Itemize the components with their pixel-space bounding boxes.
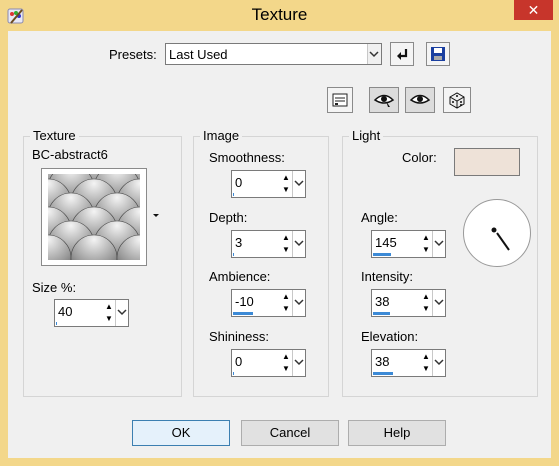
size-level-bar [56,322,57,325]
options-button[interactable] [327,87,353,113]
light-color-swatch[interactable] [454,148,520,176]
angle-spinner[interactable]: 145 ▲ ▼ [371,230,446,258]
spin-down-icon[interactable]: ▼ [280,184,292,196]
spin-down-icon[interactable]: ▼ [420,363,432,375]
spin-up-icon[interactable]: ▲ [280,232,292,244]
randomize-button[interactable] [443,87,471,113]
texture-dialog-window: Texture ✕ Presets: Last Used Texture BC-… [0,0,559,466]
ok-button[interactable]: OK [132,420,230,446]
size-arrows[interactable]: ▲ ▼ [103,301,115,325]
chevron-down-icon[interactable] [432,350,445,376]
depth-spinner[interactable]: 3 ▲ ▼ [231,230,306,258]
elevation-label: Elevation: [361,329,419,344]
spin-up-icon[interactable]: ▲ [280,172,292,184]
title-bar[interactable]: Texture ✕ [0,0,559,31]
texture-swatch-frame[interactable] [41,168,147,266]
ambience-spinner[interactable]: -10 ▲ ▼ [231,289,306,317]
reset-button[interactable] [390,42,414,66]
shininess-label: Shininess: [209,329,269,344]
spin-down-icon[interactable]: ▼ [280,363,292,375]
chevron-down-icon[interactable] [115,300,128,326]
chevron-down-icon[interactable] [367,44,381,64]
spin-up-icon[interactable]: ▲ [103,301,115,313]
smoothness-arrows[interactable]: ▲ ▼ [280,172,292,196]
help-button[interactable]: Help [348,420,446,446]
window-title: Texture [251,5,308,24]
size-value[interactable]: 40 [58,304,72,319]
presets-value: Last Used [169,47,228,62]
preview-icon [409,94,431,104]
angle-label: Angle: [361,210,398,225]
smoothness-spinner[interactable]: 0 ▲ ▼ [231,170,306,198]
angle-dial[interactable] [463,199,531,267]
ambience-label: Ambience: [209,269,271,284]
elevation-value[interactable]: 38 [375,354,389,369]
shininess-level-bar [233,372,234,375]
depth-level-bar [233,253,234,256]
chevron-down-icon[interactable] [292,171,305,197]
intensity-value[interactable]: 38 [375,294,389,309]
spin-up-icon[interactable]: ▲ [420,291,432,303]
randomize-icon [449,92,465,109]
spin-up-icon[interactable]: ▲ [420,351,432,363]
angle-arrows[interactable]: ▲ ▼ [420,232,432,256]
intensity-level-bar [373,312,390,315]
texture-group-title: Texture [30,128,79,143]
spin-down-icon[interactable]: ▼ [280,244,292,256]
size-label: Size %: [32,280,77,295]
angle-value[interactable]: 145 [375,235,397,250]
elevation-arrows[interactable]: ▲ ▼ [420,351,432,375]
image-group-title: Image [200,128,243,143]
light-group-title: Light [349,128,384,143]
cancel-button[interactable]: Cancel [241,420,339,446]
spin-up-icon[interactable]: ▲ [420,232,432,244]
intensity-arrows[interactable]: ▲ ▼ [420,291,432,315]
auto-proof-button[interactable] [369,87,399,113]
shininess-spinner[interactable]: 0 ▲ ▼ [231,349,306,377]
depth-label: Depth: [209,210,248,225]
spin-up-icon[interactable]: ▲ [280,351,292,363]
dialog-client-area: Presets: Last Used Texture BC-abstract6 … [8,31,551,458]
elevation-level-bar [373,372,393,375]
angle-level-bar [373,253,391,256]
elevation-spinner[interactable]: 38 ▲ ▼ [371,349,446,377]
texture-name: BC-abstract6 [32,147,108,162]
chevron-down-icon[interactable] [292,350,305,376]
smoothness-level-bar [233,193,234,196]
chevron-down-icon[interactable] [292,231,305,257]
options-icon [332,93,348,107]
save-preset-button[interactable] [426,42,450,66]
presets-label: Presets: [109,47,157,62]
ambience-level-bar [233,312,253,315]
color-label: Color: [402,150,437,165]
preview-button[interactable] [405,87,435,113]
depth-arrows[interactable]: ▲ ▼ [280,232,292,256]
spin-down-icon[interactable]: ▼ [103,313,115,325]
depth-value[interactable]: 3 [235,235,242,250]
ambience-arrows[interactable]: ▲ ▼ [280,291,292,315]
chevron-down-icon[interactable] [292,290,305,316]
shininess-value[interactable]: 0 [235,354,242,369]
texture-preview-image [48,174,140,260]
spin-down-icon[interactable]: ▼ [420,303,432,315]
chevron-down-icon[interactable] [432,231,445,257]
proof-icon [373,94,395,107]
intensity-label: Intensity: [361,269,414,284]
intensity-spinner[interactable]: 38 ▲ ▼ [371,289,446,317]
save-icon [431,47,445,61]
shininess-arrows[interactable]: ▲ ▼ [280,351,292,375]
ambience-value[interactable]: -10 [235,294,254,309]
angle-needle-icon [491,227,510,251]
smoothness-label: Smoothness: [209,150,285,165]
spin-down-icon[interactable]: ▼ [420,244,432,256]
smoothness-value[interactable]: 0 [235,175,242,190]
chevron-down-icon[interactable] [432,290,445,316]
spin-down-icon[interactable]: ▼ [280,303,292,315]
reset-icon [397,49,408,60]
presets-dropdown[interactable]: Last Used [165,43,382,65]
size-spinner[interactable]: 40 ▲ ▼ [54,299,129,327]
spin-up-icon[interactable]: ▲ [280,291,292,303]
close-icon[interactable]: ✕ [514,0,553,20]
texture-dropdown-icon[interactable] [152,213,160,219]
